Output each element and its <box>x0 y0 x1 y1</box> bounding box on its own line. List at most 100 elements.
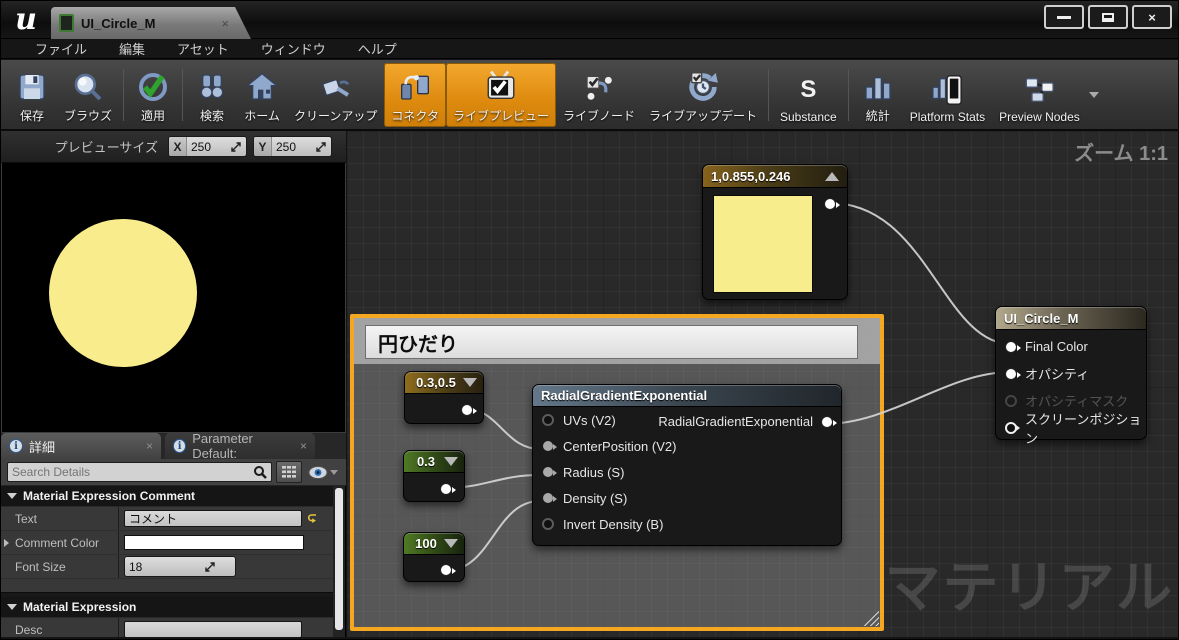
comment-text-input[interactable] <box>124 510 302 527</box>
save-button[interactable]: 保存 <box>7 63 57 127</box>
details-scrollbar[interactable] <box>333 486 345 637</box>
preview-nodes-button[interactable]: Preview Nodes <box>992 63 1087 127</box>
unreal-logo-icon: u <box>15 2 37 37</box>
home-icon <box>244 69 280 105</box>
section-material-expression[interactable]: Material Expression <box>1 597 334 618</box>
opacity-pin[interactable] <box>1005 367 1021 380</box>
output-pin[interactable] <box>821 415 837 428</box>
comment-title: 円ひだり <box>378 333 458 356</box>
constant-color-node-header[interactable]: 1,0.855,0.246 <box>703 165 847 188</box>
scrollbar-thumb[interactable] <box>335 488 343 630</box>
comment-header[interactable]: 円ひだり <box>354 318 880 364</box>
details-panel: Material Expression Comment Text Comment… <box>1 486 334 637</box>
search-field[interactable] <box>7 462 272 482</box>
input-pin-density[interactable] <box>542 492 557 504</box>
collapse-up-icon[interactable] <box>825 171 839 181</box>
browse-button[interactable]: ブラウズ <box>57 63 119 127</box>
constant-density-node-header[interactable]: 100 <box>404 533 464 555</box>
comment-title-field[interactable]: 円ひだり <box>365 325 858 359</box>
minimize-button[interactable] <box>1044 5 1084 29</box>
input-pin-uvs[interactable] <box>542 414 554 426</box>
font-size-stepper[interactable] <box>124 556 236 577</box>
home-button[interactable]: ホーム <box>237 63 287 127</box>
output-pin[interactable] <box>440 564 456 576</box>
live-nodes-button[interactable]: ライブノード <box>556 63 642 127</box>
preview-size-y-input[interactable] <box>272 139 314 154</box>
preview-size-x-stepper[interactable]: X <box>168 136 247 157</box>
input-pin-radius[interactable] <box>542 466 557 478</box>
output-pin[interactable] <box>824 198 840 210</box>
constant-radius-node[interactable]: 0.3 <box>403 450 465 502</box>
reset-to-default-icon[interactable] <box>307 513 318 524</box>
menu-help[interactable]: ヘルプ <box>342 39 413 58</box>
output-pin[interactable] <box>461 404 477 416</box>
connectors-button[interactable]: コネクタ <box>384 63 446 127</box>
tab-close-icon[interactable]: × <box>300 439 307 453</box>
material-graph-canvas[interactable]: ズーム 1:1 マテリアル 円ひだり 1,0.855,0.246 0.3,0.5… <box>347 131 1178 637</box>
node-title: 1,0.855,0.246 <box>711 168 791 184</box>
live-update-button[interactable]: ライブアップデート <box>642 63 764 127</box>
tab-close-icon[interactable]: × <box>146 439 153 453</box>
drag-resize-icon[interactable] <box>314 141 331 152</box>
menu-edit[interactable]: 編集 <box>103 39 161 58</box>
final-color-pin[interactable] <box>1005 340 1021 353</box>
screen-position-pin[interactable] <box>1005 421 1020 434</box>
find-button[interactable]: 検索 <box>187 63 237 127</box>
tab-details-label: 詳細 <box>29 439 56 455</box>
section-material-expression-comment[interactable]: Material Expression Comment <box>1 486 334 507</box>
menu-asset[interactable]: アセット <box>161 39 245 58</box>
material-output-node-header[interactable]: UI_Circle_M <box>996 307 1146 330</box>
node-title: 100 <box>415 536 437 551</box>
stats-button[interactable]: 統計 <box>853 63 903 127</box>
property-matrix-button[interactable] <box>276 461 302 483</box>
collapse-down-icon[interactable] <box>443 539 458 548</box>
menu-file[interactable]: ファイル <box>19 39 103 58</box>
live-preview-button[interactable]: ライブプレビュー <box>445 63 556 127</box>
node-title: UI_Circle_M <box>1004 310 1079 326</box>
constant-color-node[interactable]: 1,0.855,0.246 <box>702 164 848 300</box>
constant-radius-node-header[interactable]: 0.3 <box>404 451 464 473</box>
drag-resize-icon[interactable] <box>229 141 246 152</box>
collapse-down-icon[interactable] <box>462 378 477 387</box>
constant2-node-header[interactable]: 0.3,0.5 <box>405 372 483 394</box>
tab-close-icon[interactable]: × <box>221 16 229 31</box>
preview-size-y-stepper[interactable]: Y <box>253 136 332 157</box>
preview-size-x-input[interactable] <box>187 139 229 154</box>
x-axis-label: X <box>169 137 187 156</box>
substance-button[interactable]: S Substance <box>773 63 844 127</box>
drag-resize-icon[interactable] <box>203 561 220 572</box>
close-button[interactable]: × <box>1132 5 1172 29</box>
cleanup-button[interactable]: クリーンアップ <box>287 63 384 127</box>
apply-icon <box>135 69 171 105</box>
input-pin-centerposition[interactable] <box>542 440 557 452</box>
collapse-down-icon[interactable] <box>443 457 458 466</box>
constant2-node[interactable]: 0.3,0.5 <box>404 371 484 424</box>
expander-arrow-icon[interactable] <box>4 538 9 547</box>
platform-stats-button[interactable]: Platform Stats <box>903 63 992 127</box>
font-size-input[interactable] <box>125 559 203 574</box>
constant-density-node[interactable]: 100 <box>403 532 465 582</box>
grid-icon <box>282 466 296 478</box>
view-options-button[interactable] <box>306 465 340 479</box>
tab-details[interactable]: i 詳細 × <box>1 433 161 459</box>
document-tab[interactable]: UI_Circle_M × <box>51 7 251 39</box>
desc-row: Desc <box>1 618 334 637</box>
apply-button[interactable]: 適用 <box>128 63 178 127</box>
output-pin[interactable] <box>440 483 456 495</box>
radial-gradient-exponential-node[interactable]: RadialGradientExponential UVs (V2) Cente… <box>532 384 842 546</box>
menu-window[interactable]: ウィンドウ <box>245 39 342 58</box>
input-pin-invert-density[interactable] <box>542 518 554 530</box>
details-spacer <box>1 579 334 592</box>
input-pin-row: CenterPosition (V2) <box>533 433 841 459</box>
material-output-node[interactable]: UI_Circle_M Final Color オパシティ オパシティマスク ス… <box>995 306 1147 446</box>
search-details-input[interactable] <box>12 465 253 479</box>
tab-parameter-defaults[interactable]: i Parameter Default: × <box>165 431 315 461</box>
material-preview-viewport[interactable] <box>1 163 346 433</box>
comment-resize-grip[interactable] <box>863 610 879 626</box>
rge-node-header[interactable]: RadialGradientExponential <box>533 385 841 407</box>
restore-button[interactable] <box>1088 5 1128 29</box>
desc-input[interactable] <box>124 621 302 637</box>
comment-color-swatch[interactable] <box>124 535 304 550</box>
stats-icon <box>860 69 896 105</box>
preview-nodes-dropdown-caret[interactable] <box>1088 92 1099 98</box>
